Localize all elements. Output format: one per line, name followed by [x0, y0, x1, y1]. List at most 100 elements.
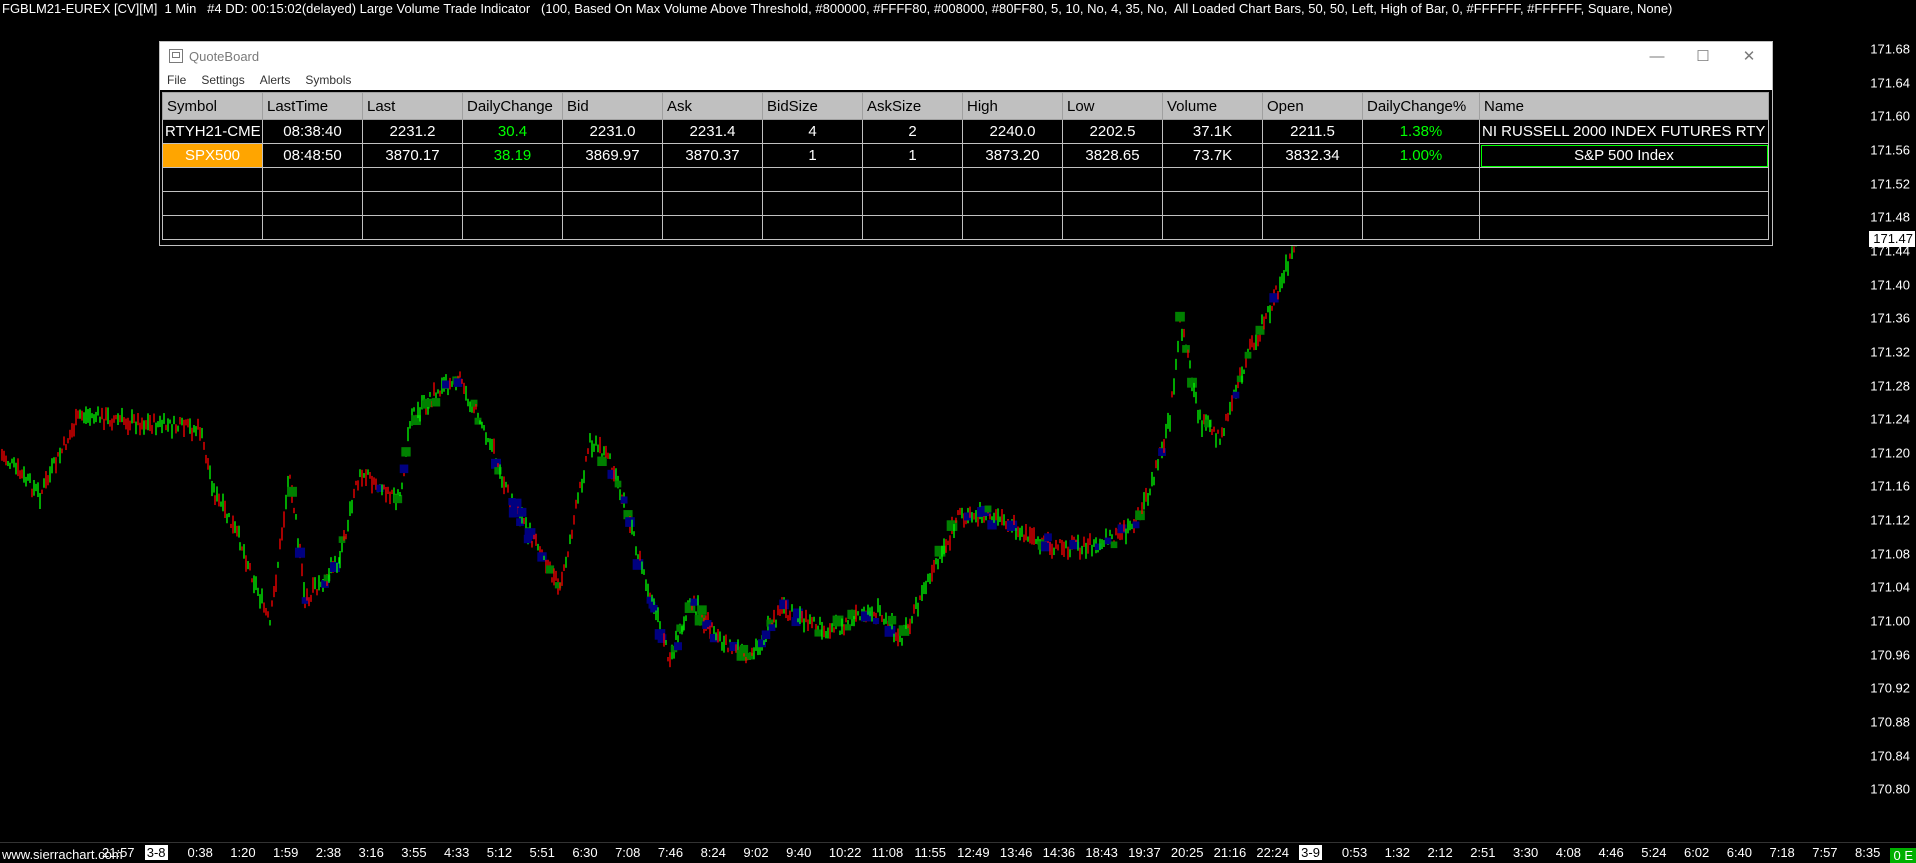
cell-asksize[interactable]: 2	[862, 119, 963, 144]
cell-bidsize[interactable]: 4	[762, 119, 863, 144]
cell-open[interactable]: 2211.5	[1262, 119, 1363, 144]
cell-dailychangepct[interactable]: 1.00%	[1362, 143, 1480, 168]
menu-settings[interactable]: Settings	[194, 73, 252, 87]
cell-volume[interactable]: 73.7K	[1162, 143, 1263, 168]
empty-cell[interactable]	[362, 167, 463, 192]
empty-cell[interactable]	[762, 191, 863, 216]
column-header[interactable]: Symbol	[162, 92, 263, 120]
quote-row[interactable]: RTYH21-CME 08:38:40 2231.2 30.4 2231.0 2231.4…	[162, 119, 1769, 144]
cell-name[interactable]: NI RUSSELL 2000 INDEX FUTURES RTY Mar 2	[1479, 119, 1769, 144]
cell-bid[interactable]: 2231.0	[562, 119, 663, 144]
column-header[interactable]: Volume	[1162, 92, 1263, 120]
column-header[interactable]: Name	[1479, 92, 1769, 120]
cell-name[interactable]: S&P 500 Index	[1479, 143, 1769, 168]
cell-lasttime[interactable]: 08:48:50	[262, 143, 363, 168]
column-header[interactable]: High	[962, 92, 1063, 120]
column-header[interactable]: LastTime	[262, 92, 363, 120]
column-header[interactable]: DailyChange	[462, 92, 563, 120]
empty-cell[interactable]	[1479, 191, 1769, 216]
empty-cell[interactable]	[962, 215, 1063, 240]
cell-bidsize[interactable]: 1	[762, 143, 863, 168]
empty-cell[interactable]	[162, 215, 263, 240]
cell-low[interactable]: 3828.65	[1062, 143, 1163, 168]
empty-row[interactable]	[162, 191, 1769, 216]
cell-high[interactable]: 2240.0	[962, 119, 1063, 144]
cell-last[interactable]: 2231.2	[362, 119, 463, 144]
empty-cell[interactable]	[1062, 167, 1163, 192]
empty-cell[interactable]	[862, 191, 963, 216]
menu-file[interactable]: File	[160, 73, 194, 87]
empty-cell[interactable]	[1262, 191, 1363, 216]
empty-cell[interactable]	[462, 167, 563, 192]
cell-last[interactable]: 3870.17	[362, 143, 463, 168]
column-header[interactable]: Bid	[562, 92, 663, 120]
empty-cell[interactable]	[1162, 215, 1263, 240]
maximize-button[interactable]: ☐	[1680, 42, 1726, 70]
cell-bid[interactable]: 3869.97	[562, 143, 663, 168]
empty-cell[interactable]	[1062, 191, 1163, 216]
quote-row[interactable]: SPX500 08:48:50 3870.17 38.19 3869.97 3870.37…	[162, 143, 1769, 168]
column-header[interactable]: Low	[1062, 92, 1163, 120]
empty-cell[interactable]	[1162, 191, 1263, 216]
cell-symbol[interactable]: RTYH21-CME	[162, 119, 263, 144]
empty-cell[interactable]	[1062, 215, 1163, 240]
column-header[interactable]: Open	[1262, 92, 1363, 120]
empty-cell[interactable]	[762, 167, 863, 192]
empty-cell[interactable]	[362, 215, 463, 240]
empty-cell[interactable]	[1362, 191, 1480, 216]
cell-dailychange[interactable]: 30.4	[462, 119, 563, 144]
column-header[interactable]: AskSize	[862, 92, 963, 120]
cell-lasttime[interactable]: 08:38:40	[262, 119, 363, 144]
cell-asksize[interactable]: 1	[862, 143, 963, 168]
empty-cell[interactable]	[1362, 215, 1480, 240]
menu-alerts[interactable]: Alerts	[253, 73, 299, 87]
cell-open[interactable]: 3832.34	[1262, 143, 1363, 168]
cell-symbol[interactable]: SPX500	[162, 143, 263, 168]
cell-high[interactable]: 3873.20	[962, 143, 1063, 168]
column-header[interactable]: Ask	[662, 92, 763, 120]
empty-cell[interactable]	[1479, 215, 1769, 240]
empty-cell[interactable]	[662, 215, 763, 240]
empty-cell[interactable]	[1479, 167, 1769, 192]
empty-cell[interactable]	[1362, 167, 1480, 192]
empty-row[interactable]	[162, 215, 1769, 240]
column-header[interactable]: BidSize	[762, 92, 863, 120]
empty-cell[interactable]	[562, 167, 663, 192]
empty-cell[interactable]	[862, 215, 963, 240]
empty-cell[interactable]	[662, 167, 763, 192]
empty-row[interactable]	[162, 167, 1769, 192]
empty-cell[interactable]	[962, 191, 1063, 216]
empty-cell[interactable]	[1262, 167, 1363, 192]
empty-cell[interactable]	[462, 215, 563, 240]
minimize-button[interactable]: —	[1634, 42, 1680, 70]
empty-cell[interactable]	[1162, 167, 1263, 192]
cell-ask[interactable]: 3870.37	[662, 143, 763, 168]
empty-cell[interactable]	[262, 215, 363, 240]
price-axis[interactable]: 171.68 171.64 171.60 171.56 171.52 171.48 171.…	[1858, 0, 1916, 843]
empty-cell[interactable]	[862, 167, 963, 192]
cell-volume[interactable]: 37.1K	[1162, 119, 1263, 144]
empty-cell[interactable]	[462, 191, 563, 216]
empty-cell[interactable]	[162, 191, 263, 216]
empty-cell[interactable]	[162, 167, 263, 192]
empty-cell[interactable]	[562, 191, 663, 216]
empty-cell[interactable]	[762, 215, 863, 240]
cell-dailychange[interactable]: 38.19	[462, 143, 563, 168]
time-axis[interactable]: 21:57 3-8 0:38 1:20 1:59 2:38 3:16 3:55 4:33 5:12…	[0, 842, 1916, 863]
quoteboard-titlebar[interactable]: QuoteBoard — ☐ ✕	[160, 42, 1772, 70]
cell-dailychangepct[interactable]: 1.38%	[1362, 119, 1480, 144]
cell-low[interactable]: 2202.5	[1062, 119, 1163, 144]
empty-cell[interactable]	[562, 215, 663, 240]
close-button[interactable]: ✕	[1726, 42, 1772, 70]
empty-cell[interactable]	[362, 191, 463, 216]
cell-ask[interactable]: 2231.4	[662, 119, 763, 144]
empty-cell[interactable]	[962, 167, 1063, 192]
menu-symbols[interactable]: Symbols	[298, 73, 359, 87]
column-header[interactable]: Last	[362, 92, 463, 120]
empty-cell[interactable]	[262, 167, 363, 192]
empty-cell[interactable]	[262, 191, 363, 216]
quoteboard-window[interactable]: QuoteBoard — ☐ ✕ File Settings Alerts Sy…	[159, 41, 1773, 246]
column-header[interactable]: DailyChange%	[1362, 92, 1480, 120]
empty-cell[interactable]	[1262, 215, 1363, 240]
empty-cell[interactable]	[662, 191, 763, 216]
